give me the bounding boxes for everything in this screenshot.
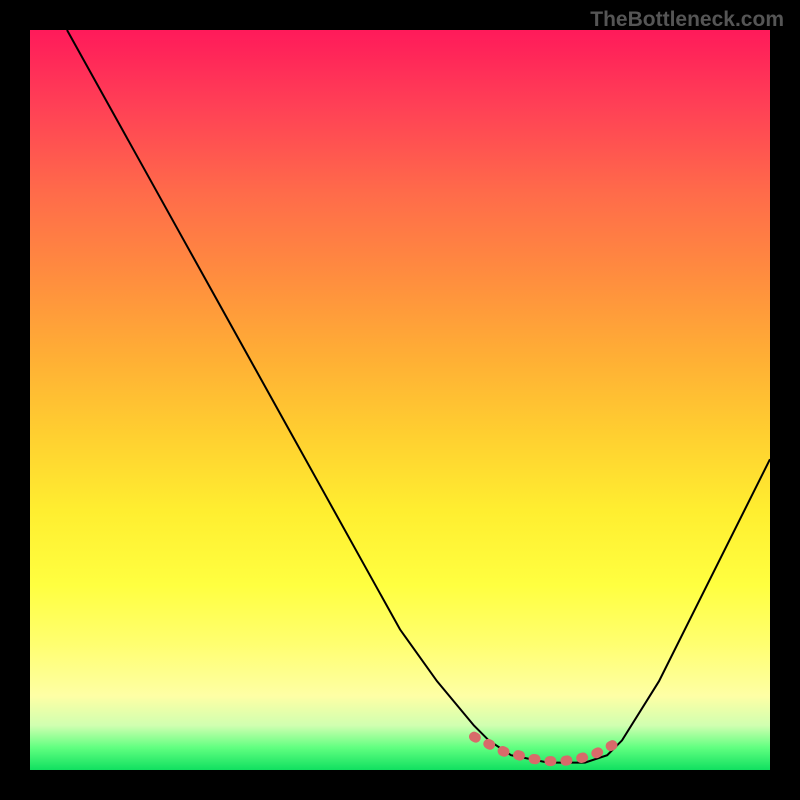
bottleneck-curve [67,30,770,763]
plot-area [30,30,770,770]
watermark-label: TheBottleneck.com [590,8,784,32]
curve-svg [30,30,770,770]
chart-container: TheBottleneck.com [0,0,800,800]
